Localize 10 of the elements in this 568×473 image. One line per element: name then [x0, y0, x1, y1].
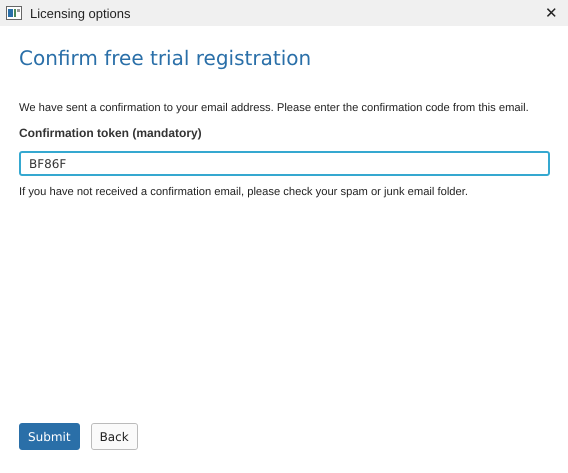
window-title: Licensing options	[30, 6, 132, 20]
close-button[interactable]: ✕	[541, 4, 562, 22]
app-icon	[6, 6, 22, 20]
hint-text: If you have not received a confirmation email, please check your spam or junk email folder.	[19, 186, 469, 198]
intro-text: We have sent a confirmation to your email address. Please enter the confirmation code from this email.	[19, 101, 530, 116]
submit-button[interactable]: Submit	[19, 423, 80, 450]
field-label: Confirmation token (mandatory)	[19, 126, 203, 140]
back-button[interactable]: Back	[90, 423, 138, 450]
token-input-field[interactable]: BF86F	[19, 151, 550, 176]
page-heading: Confirm free trial registration	[19, 46, 312, 70]
